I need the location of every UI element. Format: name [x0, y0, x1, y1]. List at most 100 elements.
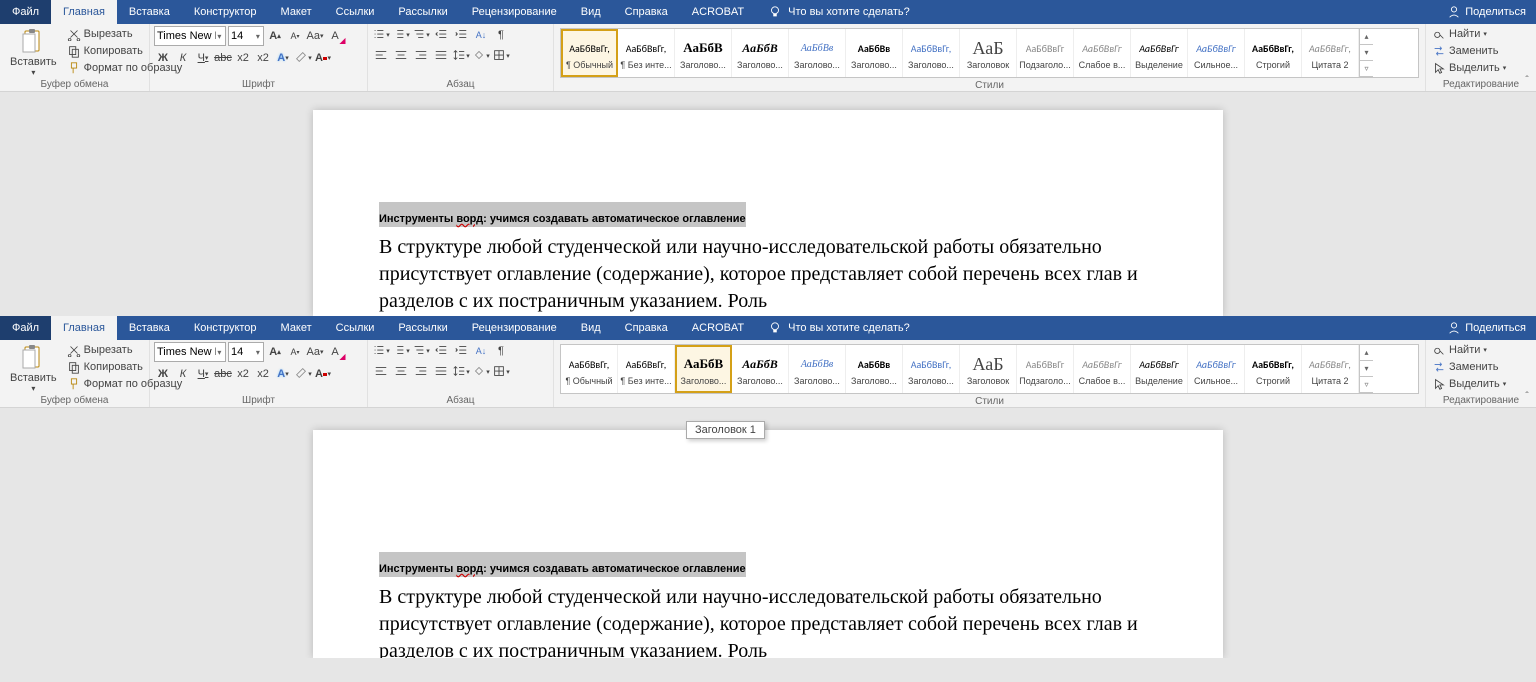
tab-review[interactable]: Рецензирование	[460, 316, 569, 340]
borders-button[interactable]: ▾	[492, 47, 510, 65]
underline-button[interactable]: Ч▾	[194, 49, 212, 67]
share-button[interactable]: Поделиться	[1437, 5, 1536, 19]
style-item-13[interactable]: АаБбВвГг,Цитата 2	[1302, 345, 1359, 393]
shrink-font-button[interactable]: A▾	[286, 27, 304, 45]
style-item-12[interactable]: АаБбВвГг,Строгий	[1245, 345, 1302, 393]
tab-tellme[interactable]: Что вы хотите сделать?	[756, 316, 922, 340]
decrease-indent-button[interactable]	[432, 342, 450, 360]
style-item-4[interactable]: АаБбВвЗаголово...	[789, 29, 846, 77]
sort-button[interactable]: A↓	[472, 342, 490, 360]
style-item-10[interactable]: АаБбВвГгВыделение	[1131, 29, 1188, 77]
style-item-4[interactable]: АаБбВвЗаголово...	[789, 345, 846, 393]
tab-layout[interactable]: Макет	[269, 0, 324, 24]
clear-format-button[interactable]: A◢	[326, 27, 344, 45]
styles-scroll[interactable]: ▴▾▿	[1359, 29, 1373, 77]
numbering-button[interactable]: ▾	[392, 342, 410, 360]
change-case-button[interactable]: Aa▾	[306, 343, 324, 361]
italic-button[interactable]: К	[174, 365, 192, 383]
grow-font-button[interactable]: A▴	[266, 27, 284, 45]
style-item-7[interactable]: АаБЗаголовок	[960, 29, 1017, 77]
increase-indent-button[interactable]	[452, 342, 470, 360]
collapse-ribbon-button[interactable]: ˆ	[1520, 391, 1534, 405]
shading-button[interactable]: ▾	[472, 363, 490, 381]
style-item-11[interactable]: АаБбВвГгСильное...	[1188, 29, 1245, 77]
shading-button[interactable]: ▾	[472, 47, 490, 65]
style-item-8[interactable]: АаБбВвГгПодзаголо...	[1017, 345, 1074, 393]
paste-button[interactable]: Вставить▾	[4, 26, 63, 79]
clear-format-button[interactable]: A◢	[326, 343, 344, 361]
style-item-1[interactable]: АаБбВвГг,¶ Без инте...	[618, 29, 675, 77]
collapse-ribbon-button[interactable]: ˆ	[1520, 75, 1534, 89]
tab-layout[interactable]: Макет	[269, 316, 324, 340]
replace-button[interactable]: Заменить	[1430, 359, 1508, 375]
tab-review[interactable]: Рецензирование	[460, 0, 569, 24]
style-item-9[interactable]: АаБбВвГгСлабое в...	[1074, 345, 1131, 393]
style-item-5[interactable]: АаБбВвЗаголово...	[846, 29, 903, 77]
style-item-8[interactable]: АаБбВвГгПодзаголо...	[1017, 29, 1074, 77]
text-effects-button[interactable]: A▾	[274, 49, 292, 67]
highlight-button[interactable]: ▾	[294, 49, 312, 67]
multilevel-button[interactable]: ▾	[412, 26, 430, 44]
shrink-font-button[interactable]: A▾	[286, 343, 304, 361]
style-item-3[interactable]: АаБбВЗаголово...	[732, 345, 789, 393]
line-spacing-button[interactable]: ▾	[452, 47, 470, 65]
tab-mailings[interactable]: Рассылки	[386, 0, 459, 24]
subscript-button[interactable]: x2	[234, 49, 252, 67]
font-color-button[interactable]: A▾	[314, 49, 332, 67]
highlight-button[interactable]: ▾	[294, 365, 312, 383]
style-item-0[interactable]: АаБбВвГг,¶ Обычный	[561, 29, 618, 77]
tab-references[interactable]: Ссылки	[324, 316, 387, 340]
font-color-button[interactable]: A▾	[314, 365, 332, 383]
tab-insert[interactable]: Вставка	[117, 316, 182, 340]
bullets-button[interactable]: ▾	[372, 342, 390, 360]
justify-button[interactable]	[432, 47, 450, 65]
tab-file[interactable]: Файл	[0, 0, 51, 24]
style-item-6[interactable]: АаБбВвГг,Заголово...	[903, 345, 960, 393]
text-effects-button[interactable]: A▾	[274, 365, 292, 383]
tab-acrobat[interactable]: ACROBAT	[680, 316, 756, 340]
find-button[interactable]: Найти ▾	[1430, 26, 1508, 42]
tab-design[interactable]: Конструктор	[182, 0, 269, 24]
align-center-button[interactable]	[392, 363, 410, 381]
italic-button[interactable]: К	[174, 49, 192, 67]
style-item-11[interactable]: АаБбВвГгСильное...	[1188, 345, 1245, 393]
page[interactable]: Инструменты ворд: учимся создавать автом…	[313, 110, 1223, 316]
grow-font-button[interactable]: A▴	[266, 343, 284, 361]
align-left-button[interactable]	[372, 363, 390, 381]
strike-button[interactable]: abc	[214, 365, 232, 383]
font-name-select[interactable]: ▾	[154, 26, 226, 46]
bullets-button[interactable]: ▾	[372, 26, 390, 44]
style-item-6[interactable]: АаБбВвГг,Заголово...	[903, 29, 960, 77]
heading-selected[interactable]: Инструменты ворд: учимся создавать автом…	[379, 202, 746, 227]
style-item-10[interactable]: АаБбВвГгВыделение	[1131, 345, 1188, 393]
tab-tellme[interactable]: Что вы хотите сделать?	[756, 0, 922, 24]
style-item-5[interactable]: АаБбВвЗаголово...	[846, 345, 903, 393]
style-item-9[interactable]: АаБбВвГгСлабое в...	[1074, 29, 1131, 77]
align-left-button[interactable]	[372, 47, 390, 65]
style-item-0[interactable]: АаБбВвГг,¶ Обычный	[561, 345, 618, 393]
tab-view[interactable]: Вид	[569, 316, 613, 340]
align-right-button[interactable]	[412, 47, 430, 65]
paste-button[interactable]: Вставить▾	[4, 342, 63, 395]
align-right-button[interactable]	[412, 363, 430, 381]
tab-view[interactable]: Вид	[569, 0, 613, 24]
tab-help[interactable]: Справка	[613, 0, 680, 24]
font-name-select[interactable]: ▾	[154, 342, 226, 362]
style-item-13[interactable]: АаБбВвГг,Цитата 2	[1302, 29, 1359, 77]
style-item-2[interactable]: АаБбВЗаголово...	[675, 29, 732, 77]
tab-home[interactable]: Главная	[51, 0, 117, 24]
tab-mailings[interactable]: Рассылки	[386, 316, 459, 340]
style-item-3[interactable]: АаБбВЗаголово...	[732, 29, 789, 77]
bold-button[interactable]: Ж	[154, 49, 172, 67]
show-marks-button[interactable]: ¶	[492, 26, 510, 44]
tab-design[interactable]: Конструктор	[182, 316, 269, 340]
body-paragraph[interactable]: В структуре любой студенческой или научн…	[379, 234, 1157, 315]
body-paragraph[interactable]: В структуре любой студенческой или научн…	[379, 584, 1157, 658]
style-item-12[interactable]: АаБбВвГг,Строгий	[1245, 29, 1302, 77]
tab-acrobat[interactable]: ACROBAT	[680, 0, 756, 24]
strike-button[interactable]: abc	[214, 49, 232, 67]
borders-button[interactable]: ▾	[492, 363, 510, 381]
page[interactable]: Инструменты ворд: учимся создавать автом…	[313, 430, 1223, 658]
font-size-select[interactable]: ▾	[228, 26, 264, 46]
replace-button[interactable]: Заменить	[1430, 43, 1508, 59]
